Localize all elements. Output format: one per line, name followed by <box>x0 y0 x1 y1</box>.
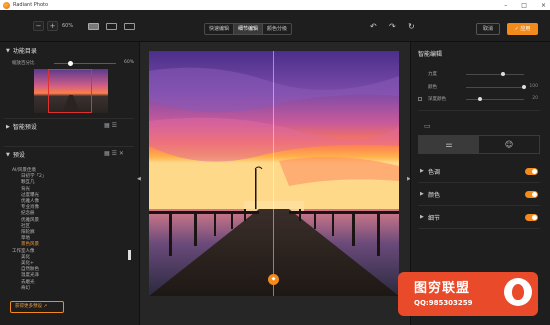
adjustment-slider[interactable] <box>466 87 524 88</box>
watermark-subtitle: QQ:985303259 <box>414 299 473 307</box>
adjustment-value: 100 <box>529 84 538 89</box>
navigator-viewport-box[interactable] <box>48 69 92 113</box>
feature-label: 色调 <box>428 169 441 176</box>
split-view-icon[interactable] <box>124 23 135 30</box>
detail-toggle[interactable] <box>525 214 538 221</box>
presets-tree: AI/风景佳境 日初学「2」 颗互几 背光 过度曝光 优雅人像 专业肖像 纪念册 优雅风景 社区阳… <box>12 168 124 292</box>
sliders-tab-icon[interactable]: ⚌ <box>419 136 479 153</box>
zoom-level: 60% <box>62 23 74 29</box>
adjustment-row: 颜色 100 <box>418 84 540 91</box>
adjust-mode-tabs: ⚌ ☺ <box>418 135 540 154</box>
adjustment-label: 深度颜色 <box>428 97 446 102</box>
cancel-button[interactable]: 取消 <box>476 23 500 35</box>
zoom-slider-row: 缩放百分比 60% <box>12 60 134 67</box>
feature-section-title: 功能目录 <box>12 48 37 55</box>
top-toolbar: − + 60% 快速编辑 细节编辑 颜色分级 ↶ ↷ ↻ 取消 ✓ 应用 <box>0 10 550 42</box>
smart-presets-title: 智能预设 <box>12 124 37 131</box>
portrait-tab-icon[interactable]: ☺ <box>479 136 539 153</box>
preset-item[interactable]: 奇幻 <box>12 286 124 292</box>
chevron-down-icon: ▼ <box>6 47 10 54</box>
split-handle-icon[interactable]: ◆ <box>268 274 279 285</box>
redo-icon[interactable]: ↷ <box>389 22 396 31</box>
apply-button[interactable]: ✓ 应用 <box>507 23 538 35</box>
watermark-title: 图穷联盟 <box>414 281 471 296</box>
adjustment-knob[interactable] <box>478 97 482 101</box>
app-title: Radiant Photo <box>13 2 49 8</box>
presets-header[interactable]: ▼ 预设 <box>6 150 25 160</box>
color-toggle[interactable] <box>525 191 538 198</box>
feature-label: 颜色 <box>428 192 441 199</box>
smart-presets-header[interactable]: ▶ 智能预设 <box>6 122 37 132</box>
divider <box>418 182 540 183</box>
adjustment-label: 力度 <box>428 72 437 77</box>
collapse-left-icon[interactable]: ◀ <box>137 176 141 182</box>
adjustment-knob[interactable] <box>501 72 505 76</box>
feature-label: 细节 <box>428 215 441 222</box>
maximize-button[interactable]: □ <box>521 2 527 9</box>
presets-scrollbar[interactable] <box>128 250 131 260</box>
zoom-slider-label: 缩放百分比 <box>12 61 35 66</box>
adjustment-slider[interactable] <box>466 99 524 100</box>
get-more-presets-label: 获得更多预设 <box>15 304 42 309</box>
adjustment-label: 颜色 <box>428 85 437 90</box>
feature-color[interactable]: ▶ 颜色 <box>418 191 540 199</box>
chevron-down-icon: ▼ <box>6 151 10 158</box>
zoom-out-button[interactable]: − <box>33 21 44 31</box>
adjustment-knob[interactable] <box>522 85 526 89</box>
chevron-right-icon: ▶ <box>420 168 424 174</box>
adjustment-row: 力度 <box>418 72 540 78</box>
undo-icon[interactable]: ↶ <box>370 22 377 31</box>
watermark-logo-icon <box>504 278 532 306</box>
window-titlebar: Radiant Photo – □ × <box>0 0 550 10</box>
zoom-in-button[interactable]: + <box>47 21 58 31</box>
tab-detail-edit[interactable]: 细节编辑 <box>234 24 264 34</box>
chevron-right-icon: ▶ <box>420 191 424 197</box>
get-more-presets-button[interactable]: 获得更多预设 ↗ <box>10 301 64 313</box>
image-icon[interactable]: ▭ <box>424 122 431 130</box>
zoom-slider-value: 60% <box>123 60 134 65</box>
photo-preview[interactable] <box>149 51 399 296</box>
app-logo-icon <box>3 1 10 9</box>
external-link-icon: ↗ <box>43 304 48 309</box>
minimize-button[interactable]: – <box>504 2 507 9</box>
lamp-post <box>255 169 257 209</box>
chevron-right-icon: ▶ <box>6 123 10 130</box>
single-view-icon[interactable] <box>88 23 99 30</box>
zoom-slider-track[interactable] <box>54 63 116 64</box>
divider <box>418 205 540 206</box>
adjustment-value: 20 <box>532 96 538 101</box>
presets-title: 预设 <box>12 152 25 159</box>
feature-detail[interactable]: ▶ 细节 <box>418 214 540 222</box>
watermark-badge: 图穷联盟 QQ:985303259 <box>398 272 538 316</box>
reset-icon[interactable]: ↻ <box>408 22 415 31</box>
divider <box>418 228 540 229</box>
tone-toggle[interactable] <box>525 168 538 175</box>
tab-color-grading[interactable]: 颜色分级 <box>263 24 291 34</box>
chevron-right-icon: ▶ <box>420 214 424 220</box>
adjustment-row: 深度颜色 20 <box>418 96 540 103</box>
close-button[interactable]: × <box>541 2 546 9</box>
divider <box>4 118 134 119</box>
divider <box>4 146 134 147</box>
tab-quick-edit[interactable]: 快速编辑 <box>205 24 235 34</box>
pier-rail <box>289 211 399 214</box>
zoom-slider-knob[interactable] <box>68 61 73 66</box>
feature-tone[interactable]: ▶ 色调 <box>418 168 540 176</box>
divider <box>418 110 540 111</box>
smart-edit-title: 智能编辑 <box>418 51 443 58</box>
pier-rail <box>149 211 259 214</box>
edit-mode-tabs: 快速编辑 细节编辑 颜色分级 <box>204 23 293 35</box>
adjustment-slider[interactable] <box>466 74 524 75</box>
feature-section-header[interactable]: ▼ 功能目录 <box>6 46 37 56</box>
window-controls: – □ × <box>504 0 546 10</box>
compare-split-line[interactable] <box>273 51 274 296</box>
compare-view-icon[interactable] <box>106 23 117 30</box>
depth-color-checkbox[interactable] <box>418 97 422 101</box>
navigator-thumbnail[interactable] <box>34 69 108 113</box>
